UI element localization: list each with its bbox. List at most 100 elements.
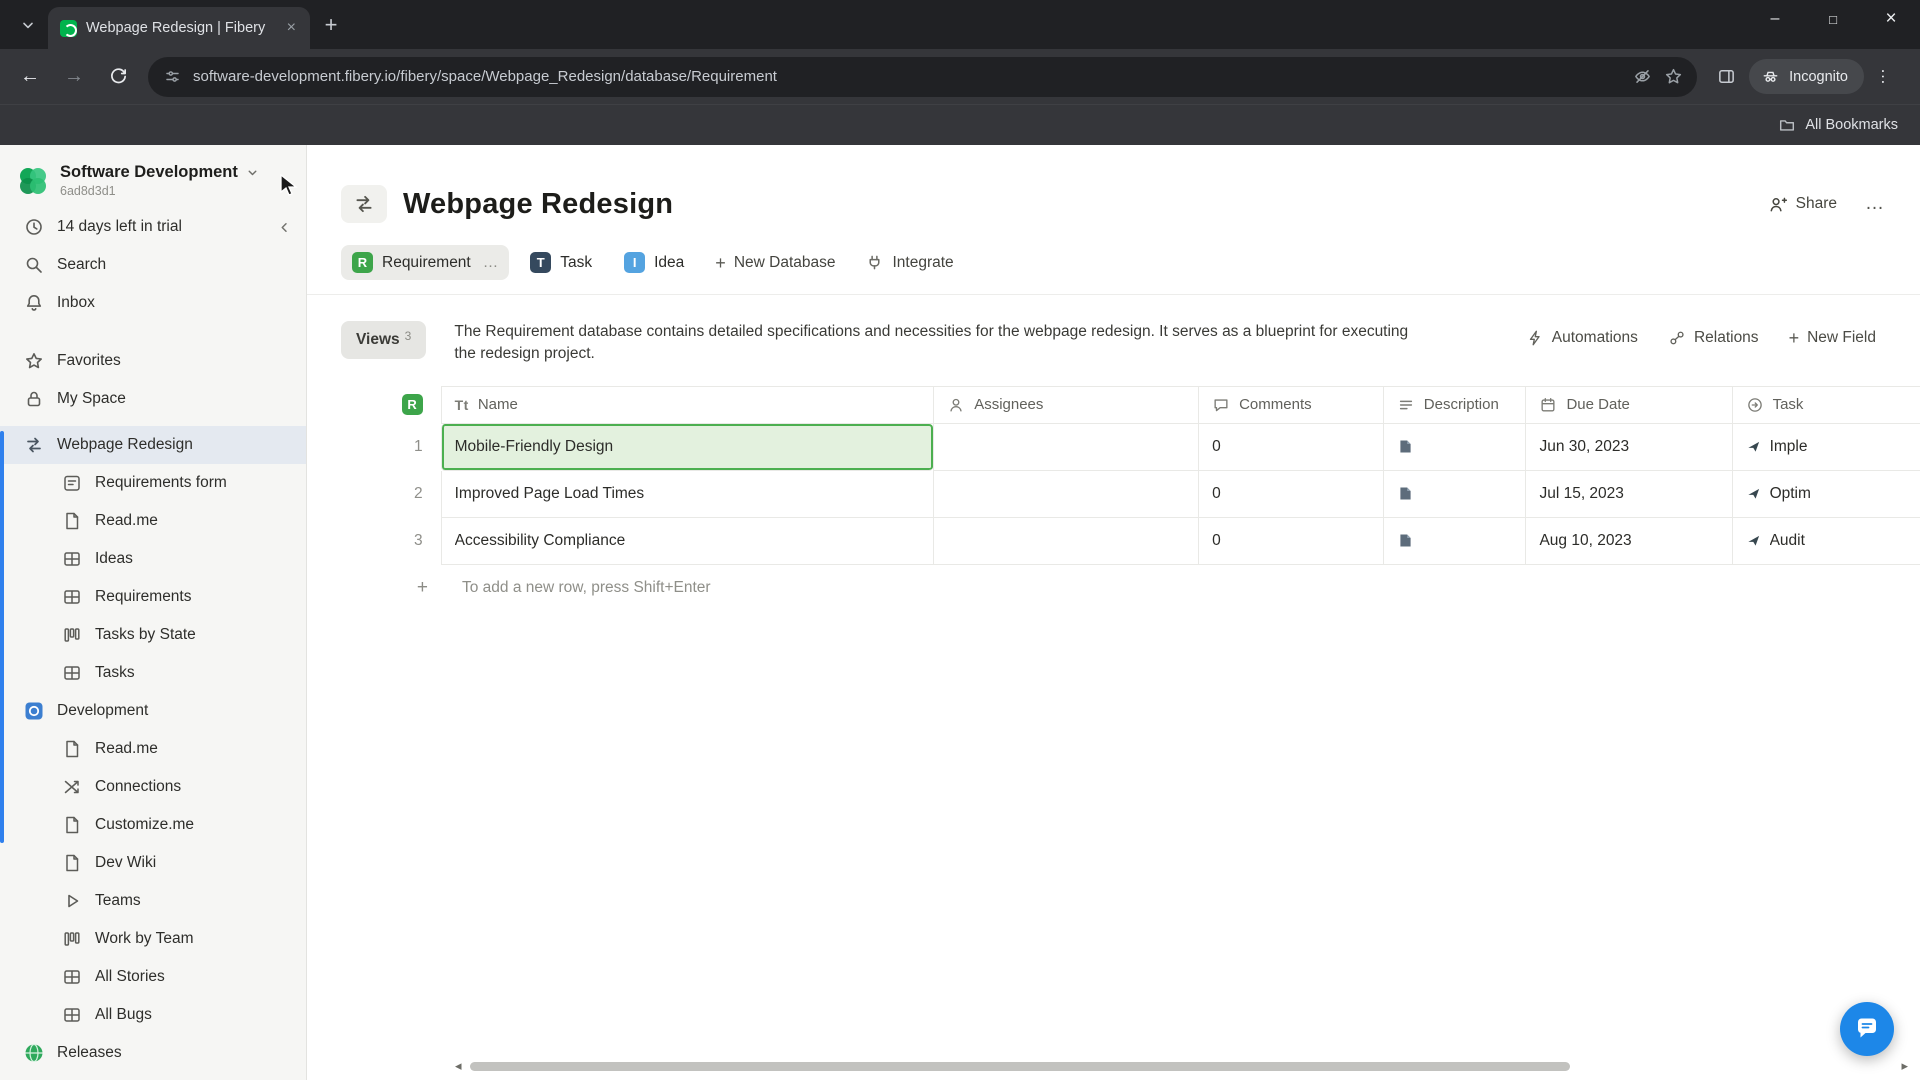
- trial-banner[interactable]: 14 days left in trial: [0, 208, 306, 246]
- new-field-button[interactable]: + New Field: [1789, 329, 1876, 347]
- cell-comments[interactable]: 0: [1198, 470, 1383, 518]
- db-tab-idea[interactable]: I Idea: [613, 245, 695, 280]
- forward-button[interactable]: →: [54, 57, 94, 97]
- automations-button[interactable]: Automations: [1526, 329, 1638, 347]
- back-button[interactable]: ←: [10, 57, 50, 97]
- column-header-comments[interactable]: Comments: [1198, 385, 1383, 424]
- column-header-task[interactable]: Task: [1731, 385, 1920, 424]
- sidebar-item-label: Favorites: [57, 352, 121, 369]
- cell-name-selected[interactable]: Mobile-Friendly Design: [440, 423, 934, 471]
- cell-task[interactable]: Imple: [1731, 423, 1920, 471]
- cell-due-date[interactable]: Aug 10, 2023: [1525, 517, 1732, 565]
- sidebar-item-requirements-form[interactable]: Requirements form: [0, 464, 306, 502]
- add-row[interactable]: + To add a new row, press Shift+Enter: [307, 565, 1920, 611]
- row-number[interactable]: 1: [307, 424, 441, 471]
- window-maximize-button[interactable]: □: [1804, 0, 1862, 38]
- cell-assignees[interactable]: [933, 470, 1199, 518]
- cell-comments[interactable]: 0: [1198, 423, 1383, 471]
- sidebar-item-my-space[interactable]: My Space: [0, 380, 306, 418]
- cell-description[interactable]: [1382, 423, 1526, 471]
- sidebar-accent-bar: [0, 431, 4, 843]
- cell-due-date[interactable]: Jul 15, 2023: [1525, 470, 1732, 518]
- sidebar-item-all-bugs[interactable]: All Bugs: [0, 996, 306, 1034]
- side-panel-button[interactable]: [1707, 58, 1745, 96]
- url-text[interactable]: software-development.fibery.io/fibery/sp…: [193, 68, 1621, 85]
- scroll-left-arrow[interactable]: ◂: [455, 1059, 462, 1073]
- new-tab-button[interactable]: +: [316, 10, 346, 40]
- integrate-button[interactable]: Integrate: [855, 246, 963, 279]
- cell-description[interactable]: [1382, 517, 1526, 565]
- cell-task[interactable]: Optim: [1731, 470, 1920, 518]
- sidebar-item-dev-wiki[interactable]: Dev Wiki: [0, 844, 306, 882]
- sidebar-item-label: All Bugs: [95, 1006, 152, 1023]
- table-row: 2 Improved Page Load Times 0 Jul 15, 202…: [307, 470, 1920, 518]
- due-date-text: Jun 30, 2023: [1539, 437, 1630, 455]
- eye-off-icon[interactable]: [1633, 67, 1652, 86]
- db-tab-more-button[interactable]: …: [483, 254, 499, 272]
- sidebar-item-favorites[interactable]: Favorites: [0, 342, 306, 380]
- cell-comments[interactable]: 0: [1198, 517, 1383, 565]
- sidebar-item-connections[interactable]: Connections: [0, 768, 306, 806]
- collapse-sidebar-button[interactable]: [277, 220, 292, 235]
- sidebar-item-ideas[interactable]: Ideas: [0, 540, 306, 578]
- column-header-description[interactable]: Description: [1382, 385, 1526, 424]
- sidebar-item-teams[interactable]: Teams: [0, 882, 306, 920]
- page-more-button[interactable]: …: [1859, 191, 1890, 217]
- sidebar-item-webpage-redesign[interactable]: Webpage Redesign: [0, 426, 306, 464]
- add-row-plus-icon[interactable]: +: [307, 577, 448, 599]
- browser-menu-button[interactable]: …: [1868, 58, 1906, 96]
- cell-task[interactable]: Audit: [1731, 517, 1920, 565]
- sidebar-item-search[interactable]: Search: [0, 246, 306, 284]
- sidebar-item-tasks-by-state[interactable]: Tasks by State: [0, 616, 306, 654]
- fibery-app: Software Development 6ad8d3d1 14 days le…: [0, 145, 1920, 1080]
- space-icon-button[interactable]: [341, 185, 387, 223]
- tab-close-icon[interactable]: ×: [283, 17, 300, 39]
- cell-name[interactable]: Improved Page Load Times: [440, 470, 934, 518]
- cell-assignees[interactable]: [933, 423, 1199, 471]
- sidebar-item-development[interactable]: Development: [0, 692, 306, 730]
- cell-description[interactable]: [1382, 470, 1526, 518]
- browser-tab[interactable]: Webpage Redesign | Fibery ×: [48, 7, 310, 49]
- sidebar-item-customize-me[interactable]: Customize.me: [0, 806, 306, 844]
- cell-due-date[interactable]: Jun 30, 2023: [1525, 423, 1732, 471]
- row-number[interactable]: 2: [307, 471, 441, 518]
- sidebar-item-requirements[interactable]: Requirements: [0, 578, 306, 616]
- reload-button[interactable]: [98, 57, 138, 97]
- tab-search-button[interactable]: [12, 9, 44, 41]
- sidebar-item-readme[interactable]: Read.me: [0, 502, 306, 540]
- row-number[interactable]: 3: [307, 518, 441, 565]
- column-header-assignees[interactable]: Assignees: [933, 385, 1199, 424]
- all-bookmarks-button[interactable]: All Bookmarks: [1805, 117, 1898, 133]
- chat-launcher-button[interactable]: [1840, 1002, 1894, 1056]
- window-minimize-button[interactable]: –: [1746, 0, 1804, 38]
- scrollbar-thumb[interactable]: [470, 1061, 1570, 1071]
- workspace-switcher[interactable]: Software Development 6ad8d3d1: [0, 159, 306, 208]
- sidebar-item-dev-readme[interactable]: Read.me: [0, 730, 306, 768]
- scroll-right-arrow[interactable]: ▸: [1901, 1059, 1908, 1073]
- cell-name[interactable]: Accessibility Compliance: [440, 517, 934, 565]
- column-header-due-date[interactable]: Due Date: [1525, 385, 1732, 424]
- sidebar-item-inbox[interactable]: Inbox: [0, 284, 306, 322]
- share-button[interactable]: Share: [1768, 195, 1837, 214]
- address-bar[interactable]: software-development.fibery.io/fibery/sp…: [148, 56, 1698, 97]
- relations-button[interactable]: Relations: [1668, 329, 1759, 347]
- globe-icon: [25, 1043, 43, 1063]
- sidebar-item-tasks[interactable]: Tasks: [0, 654, 306, 692]
- cell-assignees[interactable]: [933, 517, 1199, 565]
- sidebar-item-partial[interactable]: [0, 1072, 306, 1080]
- column-header-name[interactable]: Tt Name: [440, 385, 934, 424]
- db-tab-task[interactable]: T Task: [519, 245, 603, 280]
- site-info-icon[interactable]: [164, 68, 181, 85]
- new-database-button[interactable]: + New Database: [705, 247, 845, 279]
- db-tab-requirement[interactable]: R Requirement …: [341, 245, 510, 280]
- sidebar-item-work-by-team[interactable]: Work by Team: [0, 920, 306, 958]
- bookmarks-bar: All Bookmarks: [0, 104, 1920, 145]
- bookmark-star-icon[interactable]: [1664, 67, 1683, 86]
- lock-icon: [27, 391, 41, 407]
- window-close-button[interactable]: ×: [1862, 0, 1920, 38]
- views-button[interactable]: Views 3: [341, 321, 427, 359]
- sidebar-item-releases[interactable]: Releases: [0, 1034, 306, 1072]
- document-icon: [66, 854, 79, 872]
- incognito-label: Incognito: [1789, 68, 1848, 85]
- sidebar-item-all-stories[interactable]: All Stories: [0, 958, 306, 996]
